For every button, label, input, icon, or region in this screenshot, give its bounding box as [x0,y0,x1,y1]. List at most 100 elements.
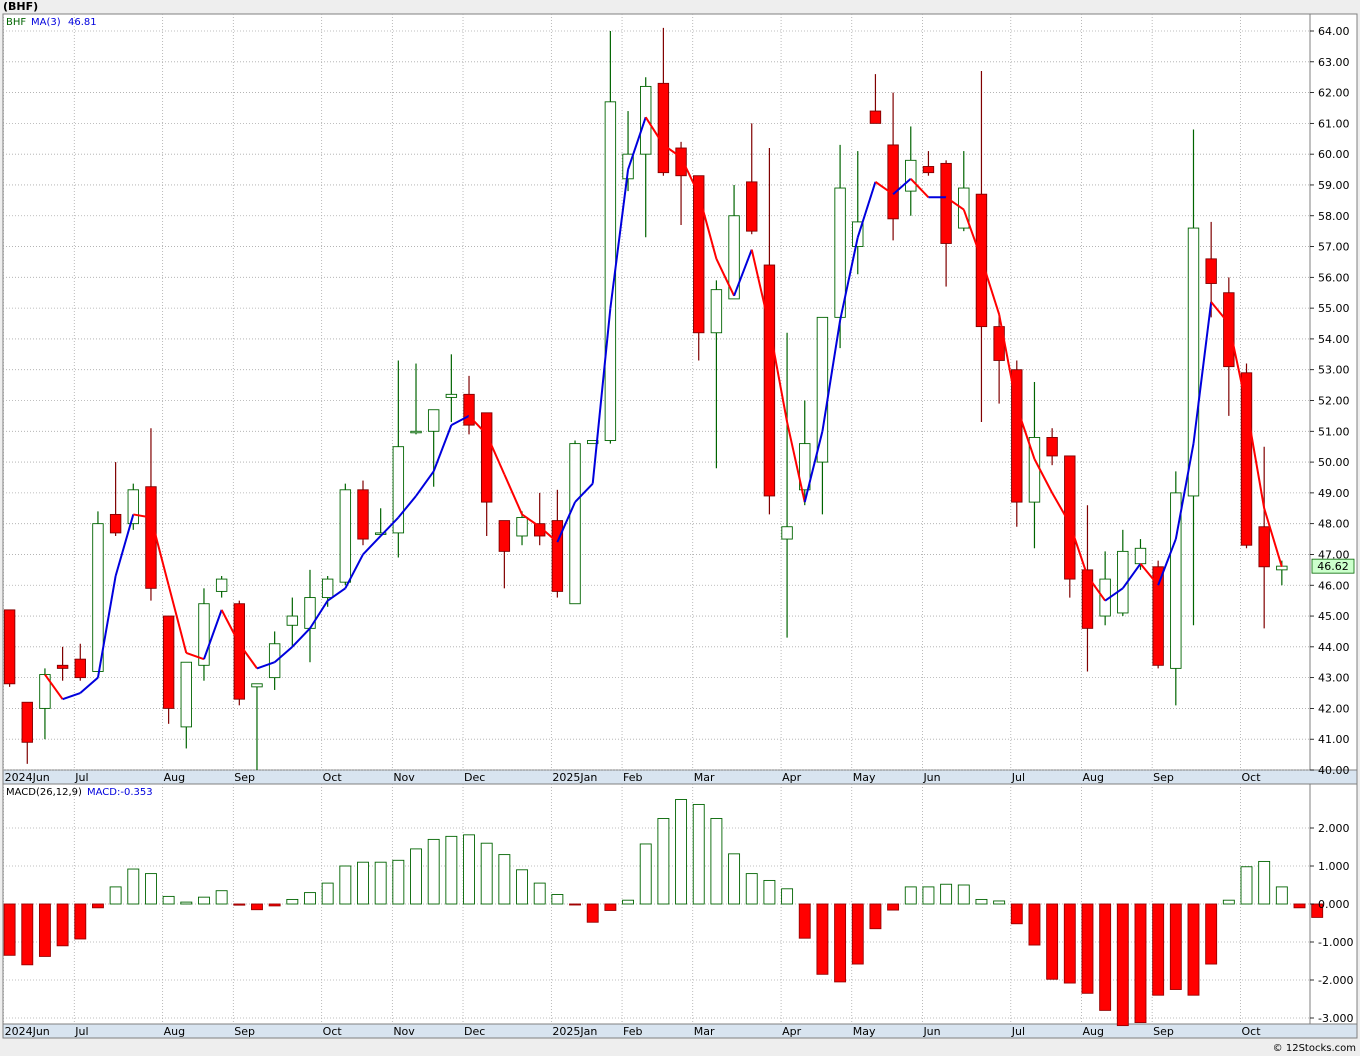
candle-body [286,615,299,626]
price-tick-label: 63.00 [1318,56,1350,69]
x-tick-label: Sep [1153,771,1174,784]
candle-body [268,643,281,679]
macd-bar [569,903,581,906]
macd-bar [781,888,794,905]
price-tick-label: 64.00 [1318,25,1350,38]
macd-tick-label: 1.000 [1318,860,1350,873]
x-tick-label: Aug [1082,1025,1103,1038]
macd-bar [1205,903,1218,965]
candle-body [180,661,193,728]
macd-bar [516,869,528,905]
candle-body [321,578,334,599]
macd-bar [215,890,228,905]
x-tick-label: Oct [1242,771,1262,784]
macd-tick-label: -1.000 [1318,936,1353,949]
price-tick-label: 51.00 [1318,425,1350,438]
x-tick-label: Aug [164,1025,185,1038]
macd-bar [392,859,405,905]
macd-bar [834,903,847,983]
x-tick-label: Jul [74,1025,88,1038]
macd-bar [21,903,34,966]
x-tick-label: Aug [164,771,185,784]
x-tick-label: Sep [234,1025,255,1038]
x-tick-label: Jul [1011,1025,1025,1038]
macd-bar [180,901,193,905]
macd-bar [286,898,299,905]
macd-bar [551,894,564,905]
price-tick-label: 58.00 [1318,210,1350,223]
macd-bar [1116,903,1129,1027]
x-tick-label: 2025Jan [552,771,597,784]
macd-bar [639,843,652,905]
x-tick-label: Jun [922,1025,940,1038]
x-tick-label: Apr [782,771,802,784]
candle-body [233,603,246,700]
macd-bar [463,834,475,905]
candle-body [1081,569,1094,629]
macd-bar [1240,866,1253,905]
macd-bar [851,903,864,965]
candle-body [940,162,952,244]
x-tick-label: Feb [623,771,642,784]
macd-bar [480,842,493,905]
candle-body [251,683,263,688]
price-tick-label: 40.00 [1318,764,1350,777]
price-tick-label: 57.00 [1318,241,1350,254]
macd-bar [410,848,422,905]
candle-body [127,489,139,525]
macd-bar [904,886,917,905]
candle-body [710,289,723,334]
macd-bar [692,803,705,905]
macd-bar [957,884,970,905]
candle-body [781,526,793,540]
macd-bar [339,865,352,905]
macd-bar [993,900,1006,905]
price-tick-label: 53.00 [1318,364,1350,377]
macd-bar [427,838,440,905]
x-tick-label: Aug [1082,771,1103,784]
price-tick-label: 43.00 [1318,672,1350,685]
candle-body [693,175,705,334]
macd-bar [798,903,811,939]
candle-body [145,486,157,589]
candle-body [922,166,935,174]
x-tick-label: Nov [393,771,415,784]
macd-bar [1099,903,1112,1011]
x-tick-label: 2025Jan [552,1025,597,1038]
macd-bar [1081,903,1094,994]
price-tick-label: 61.00 [1318,117,1350,130]
macd-bar [56,903,69,947]
price-tick-label: 54.00 [1318,333,1350,346]
candle-body [604,101,617,441]
x-tick-label: Oct [323,1025,343,1038]
candle-body [569,443,581,605]
macd-bar [321,882,334,905]
last-price-value: 46.62 [1317,560,1349,573]
macd-bar [1010,903,1023,925]
price-legend-ma-value: 46.81 [68,17,97,28]
site-credit: © 12Stocks.com [1272,1043,1356,1054]
macd-bar [268,903,281,907]
candle-body [198,603,210,666]
candle-body [657,82,670,174]
macd-bar [251,903,263,911]
x-tick-label: Oct [323,771,343,784]
macd-tick-label: -2.000 [1318,974,1353,987]
x-tick-label: Sep [234,771,255,784]
macd-bar [940,883,953,905]
candle-body [215,578,228,592]
candle-body [675,147,687,177]
price-tick-label: 44.00 [1318,641,1350,654]
macd-bar [975,898,988,905]
macd-bar [3,903,16,956]
candle-body [92,523,104,672]
price-legend-ma-label: MA(3) [31,17,61,28]
price-tick-label: 62.00 [1318,87,1350,100]
candle-body [816,316,829,463]
macd-tick-label: 0.000 [1318,898,1350,911]
price-tick-label: 56.00 [1318,271,1350,284]
macd-legend-value: MACD:-0.353 [87,787,153,798]
candle-body [1187,227,1200,497]
macd-bar [445,835,458,905]
candle-body [834,187,846,318]
